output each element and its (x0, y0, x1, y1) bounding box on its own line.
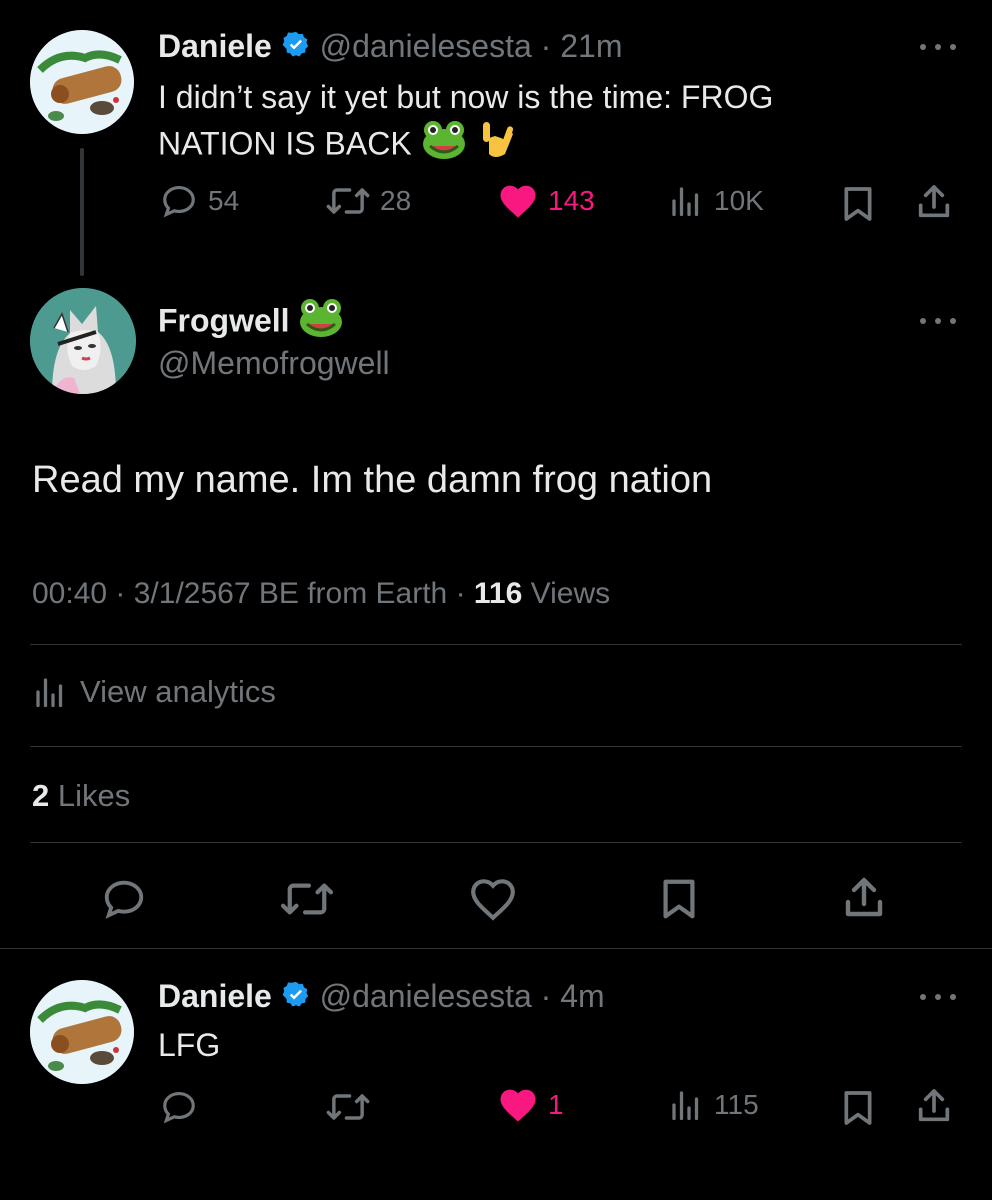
like-button[interactable]: 143 (498, 182, 595, 220)
divider (30, 842, 962, 843)
views-label: Views (522, 577, 611, 610)
more-options-icon[interactable] (920, 42, 956, 52)
views-count: 10K (714, 185, 764, 216)
tweet-header: Daniele @danielesesta · 4m (158, 976, 605, 1019)
rock-on-hand-emoji-icon (475, 120, 515, 172)
timestamp[interactable]: 4m (560, 978, 604, 1014)
timestamp[interactable]: 21m (560, 28, 622, 64)
retweet-button[interactable]: 28 (326, 182, 411, 220)
retweet-icon[interactable] (326, 1088, 370, 1126)
heart-outline-icon[interactable] (468, 876, 518, 922)
likes-count: 2 (32, 778, 50, 813)
reply-icon[interactable] (100, 876, 148, 922)
verified-badge-icon (281, 979, 311, 1019)
reply-icon[interactable] (160, 1088, 198, 1126)
separator-dot: · (540, 978, 552, 1014)
view-analytics-label: View analytics (80, 674, 276, 709)
views-chart-icon (668, 1086, 704, 1124)
avatar-frog-log-image (30, 980, 134, 1084)
retweet-icon[interactable] (278, 876, 336, 922)
tweet-text: Read my name. Im the damn frog nation (32, 459, 713, 501)
views-count: 116 (473, 577, 523, 610)
tweet-text-line2: NATION IS BACK (158, 125, 412, 162)
author-name-row: Frogwell (158, 298, 344, 348)
tweet-meta: 00:40 · 3/1/2567 BE from Earth · 116 Vie… (32, 574, 610, 614)
share-icon[interactable] (914, 1086, 954, 1126)
tweet-text-line2-row: NATION IS BACK (158, 120, 773, 172)
views-button[interactable]: 115 (668, 1086, 759, 1124)
section-divider (0, 948, 992, 949)
like-count: 143 (548, 185, 595, 216)
frog-emoji-icon (421, 120, 467, 172)
avatar-character-image (30, 288, 136, 394)
heart-filled-icon (498, 1086, 538, 1124)
likes-label: Likes (49, 778, 131, 813)
display-name[interactable]: Daniele (158, 978, 272, 1014)
display-name[interactable]: Frogwell (158, 302, 290, 338)
handle[interactable]: @danielesesta (320, 28, 532, 64)
display-name[interactable]: Daniele (158, 28, 272, 64)
more-options-icon[interactable] (920, 316, 956, 326)
frog-emoji-icon (298, 298, 344, 348)
more-options-icon[interactable] (920, 992, 956, 1002)
like-count: 1 (548, 1089, 564, 1120)
avatar-frogwell[interactable] (30, 288, 136, 394)
likes-summary[interactable]: 2 Likes (32, 776, 130, 816)
analytics-chart-icon (32, 674, 68, 710)
views-chart-icon (668, 182, 704, 220)
tweet-text: LFG (158, 1027, 221, 1063)
bookmark-icon[interactable] (838, 1088, 878, 1128)
divider (30, 644, 962, 645)
verified-badge-icon (281, 29, 311, 69)
avatar-daniele[interactable] (30, 30, 134, 134)
retweet-count: 28 (380, 185, 412, 216)
thread-connector (80, 148, 84, 276)
avatar-frog-log-image (30, 30, 134, 134)
tweet-header: Daniele @danielesesta · 21m (158, 26, 622, 69)
views-button[interactable]: 10K (668, 182, 764, 220)
divider (30, 746, 962, 747)
bookmark-icon[interactable] (838, 184, 878, 224)
share-icon[interactable] (840, 874, 888, 922)
avatar-daniele[interactable] (30, 980, 134, 1084)
reply-button[interactable]: 54 (160, 182, 239, 220)
tweet-text-line1: I didn’t say it yet but now is the time:… (158, 79, 774, 115)
like-button[interactable]: 1 (498, 1086, 564, 1124)
reply-icon (160, 182, 198, 220)
bookmark-icon[interactable] (656, 876, 702, 922)
view-analytics-link[interactable]: View analytics (32, 672, 276, 712)
timestamp-source: 00:40 · 3/1/2567 BE from Earth · (32, 577, 474, 610)
reply-count: 54 (208, 185, 240, 216)
separator-dot: · (540, 28, 552, 64)
views-count: 115 (714, 1089, 759, 1120)
handle[interactable]: @Memofrogwell (158, 342, 390, 384)
retweet-icon (326, 182, 370, 220)
handle[interactable]: @danielesesta (320, 978, 532, 1014)
heart-filled-icon (498, 182, 538, 220)
share-icon[interactable] (914, 182, 954, 222)
tweet-text: I didn’t say it yet but now is the time:… (158, 74, 773, 172)
